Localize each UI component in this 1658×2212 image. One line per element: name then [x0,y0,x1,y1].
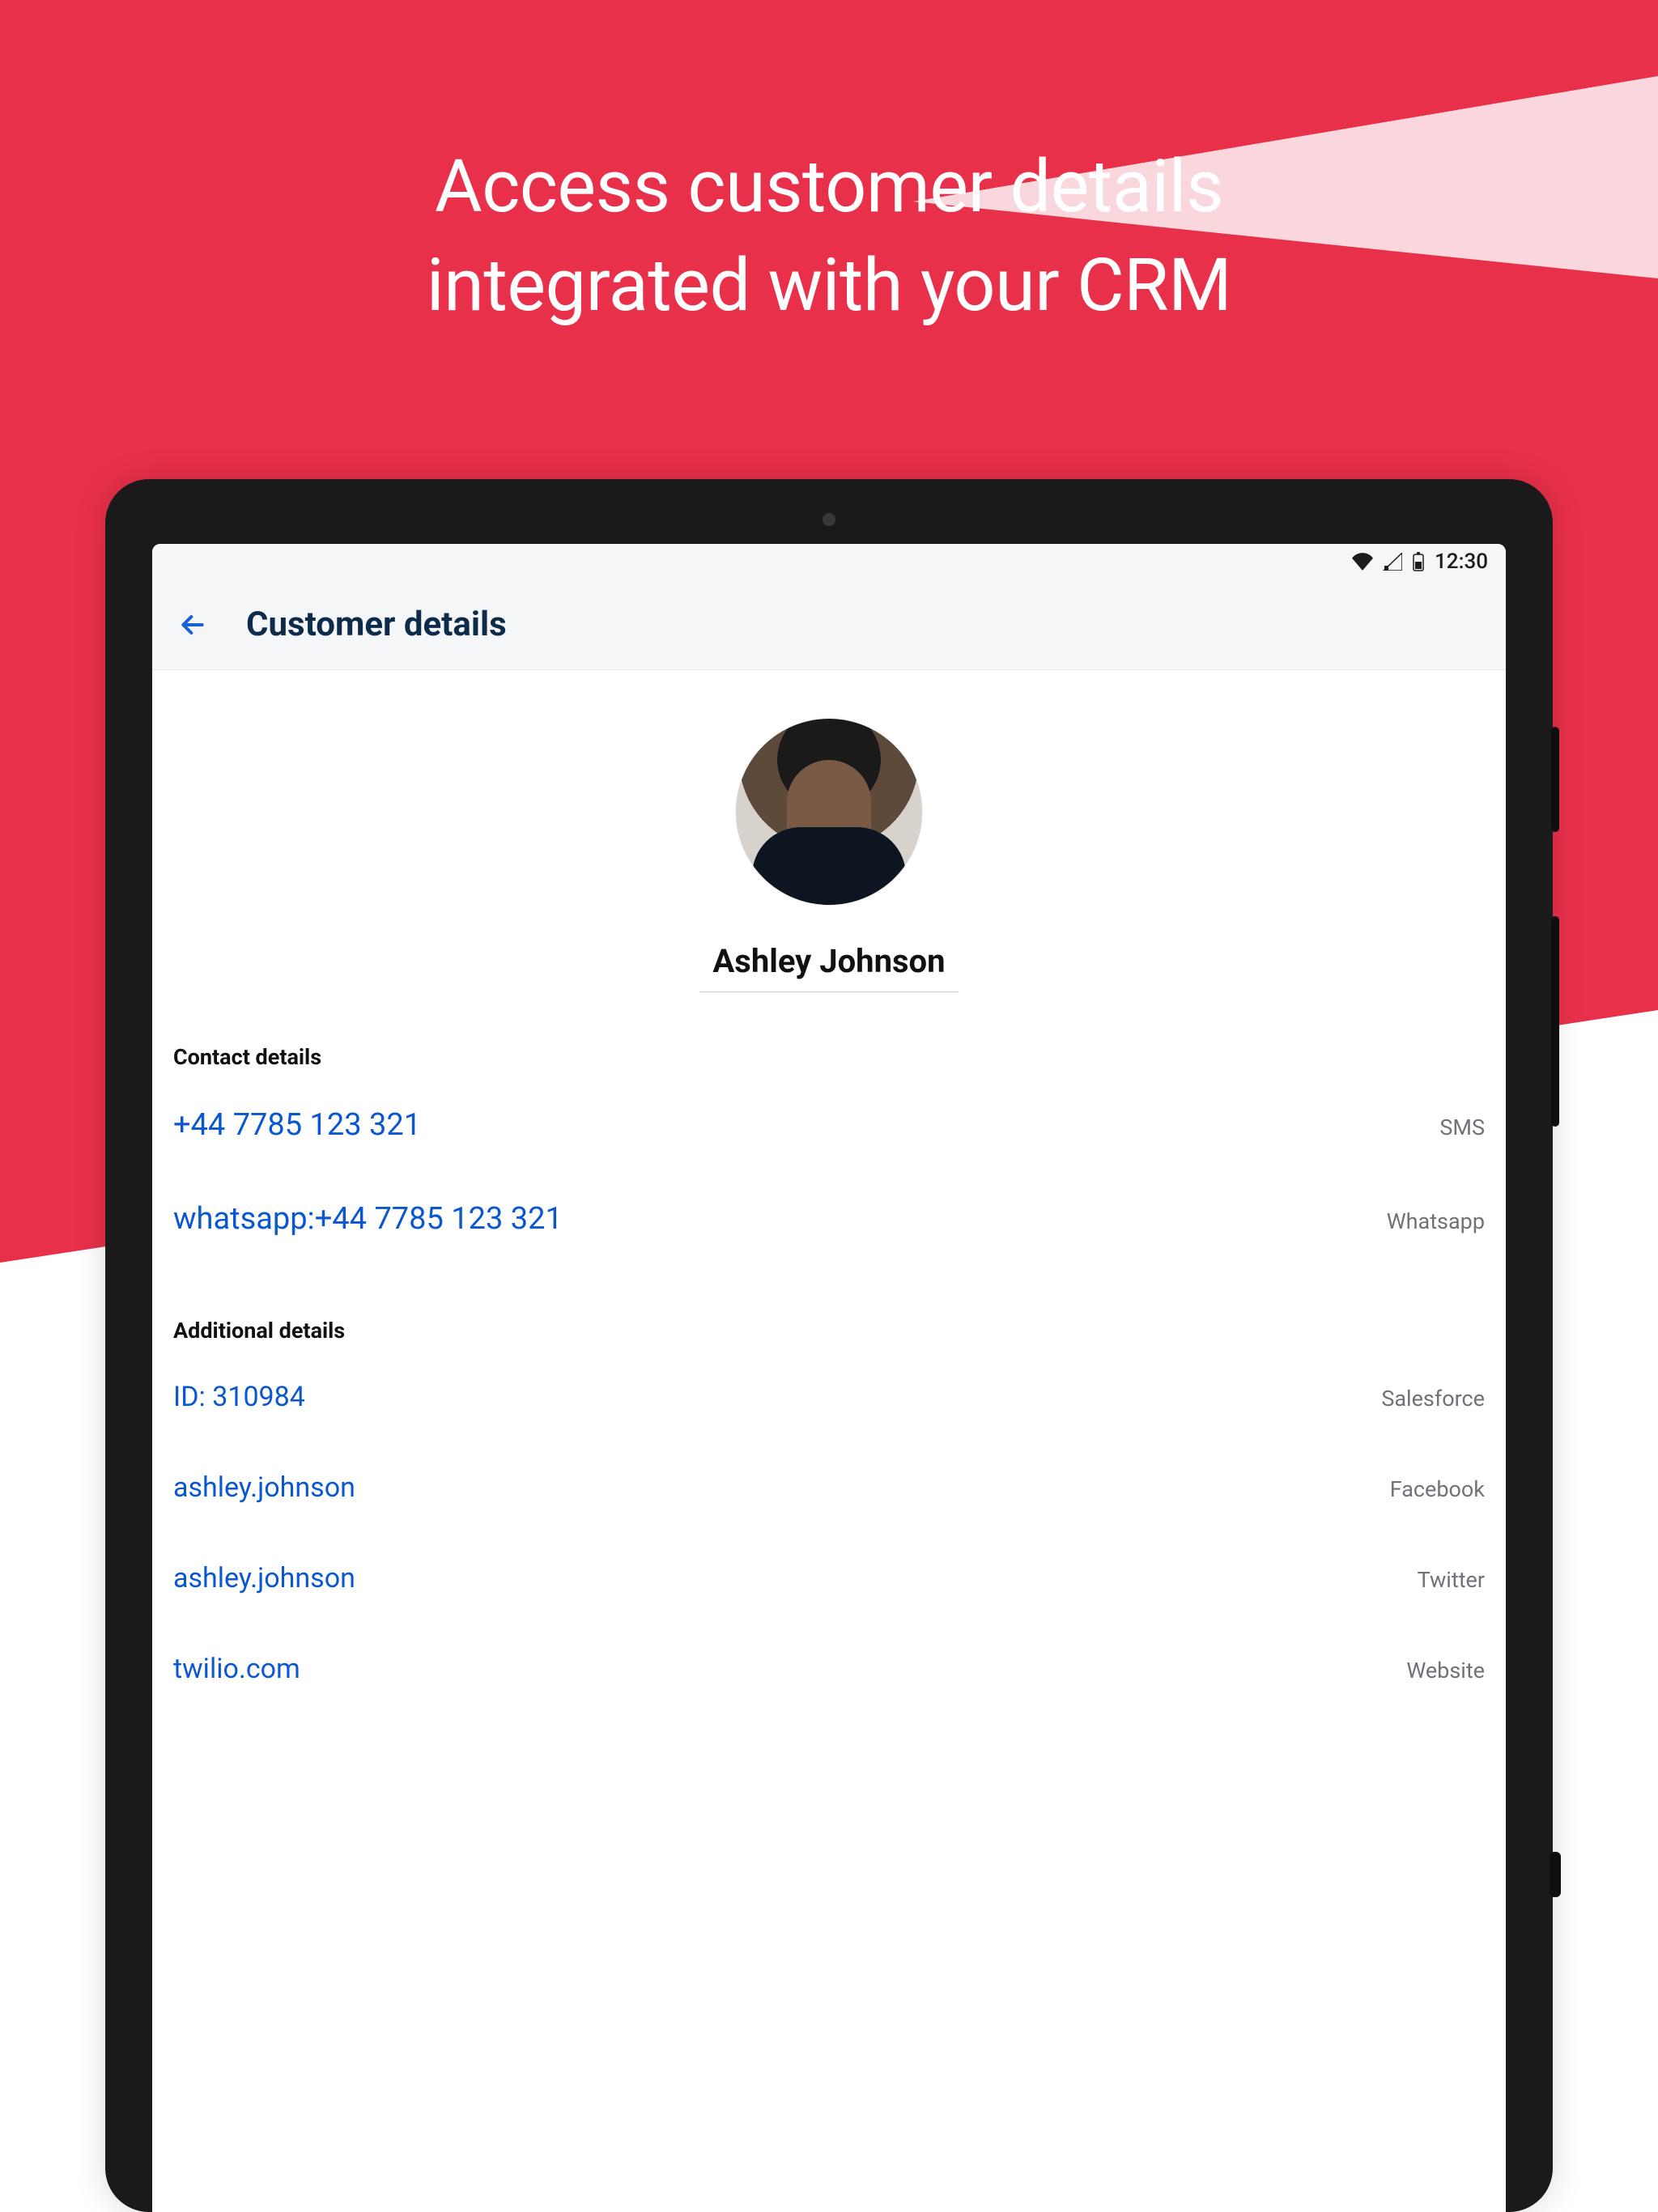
status-bar: 12:30 [152,544,1506,580]
wifi-icon [1352,553,1373,571]
contact-row-whatsapp[interactable]: whatsapp:+44 7785 123 321 Whatsapp [173,1172,1485,1266]
status-time: 12:30 [1435,550,1488,574]
battery-icon [1412,552,1425,571]
additional-tag: Twitter [1418,1567,1485,1593]
cell-signal-icon [1383,553,1402,571]
back-button[interactable] [176,609,209,641]
additional-row-salesforce[interactable]: ID: 310984 Salesforce [173,1352,1485,1442]
device-volume-button [1551,916,1559,1127]
page-title: Customer details [246,605,507,644]
marketing-headline: Access customer details integrated with … [0,138,1658,334]
additional-value: ID: 310984 [173,1381,305,1413]
additional-row-twitter[interactable]: ashley.johnson Twitter [173,1533,1485,1624]
contact-value: whatsapp:+44 7785 123 321 [173,1201,563,1237]
additional-value: ashley.johnson [173,1562,355,1594]
headline-line1: Access customer details [435,144,1223,229]
device-side-button [1550,1852,1561,1897]
avatar [736,719,922,905]
additional-tag: Facebook [1390,1476,1485,1502]
app-bar: Customer details [152,580,1506,670]
additional-value: twilio.com [173,1653,300,1685]
headline-line2: integrated with your CRM [427,243,1231,328]
section-contact-label: Contact details [173,1044,1485,1070]
screen: 12:30 Customer details Ashley Johnson Co… [152,544,1506,2212]
device-power-button [1551,727,1559,832]
additional-value: ashley.johnson [173,1471,355,1504]
contact-tag: SMS [1439,1114,1485,1140]
contact-tag: Whatsapp [1387,1208,1485,1234]
section-additional-label: Additional details [173,1318,1485,1344]
tablet-frame: 12:30 Customer details Ashley Johnson Co… [105,479,1553,2212]
contact-row-sms[interactable]: +44 7785 123 321 SMS [173,1078,1485,1172]
customer-name: Ashley Johnson [173,942,1485,991]
content-area: Ashley Johnson Contact details +44 7785 … [152,670,1506,1714]
name-underline [699,991,959,992]
additional-tag: Salesforce [1381,1386,1485,1412]
additional-tag: Website [1406,1658,1485,1683]
additional-row-website[interactable]: twilio.com Website [173,1624,1485,1714]
contact-value: +44 7785 123 321 [173,1107,421,1143]
additional-row-facebook[interactable]: ashley.johnson Facebook [173,1442,1485,1533]
